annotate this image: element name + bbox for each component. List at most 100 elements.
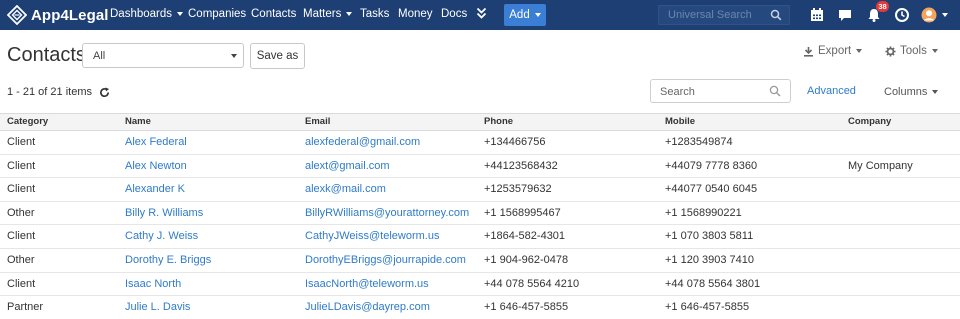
- table-row[interactable]: Other Billy R. Williams BillyRWilliams@y…: [0, 201, 960, 226]
- table-row[interactable]: Other Dorothy E. Briggs DorothyEBriggs@j…: [0, 248, 960, 273]
- cell-category: Client: [7, 230, 36, 243]
- user-avatar-icon: [921, 7, 937, 23]
- tools-label: Tools: [900, 45, 927, 57]
- cell-category: Other: [7, 253, 35, 266]
- chevron-down-icon: [177, 12, 184, 16]
- pagination-info: 1 - 21 of 21 items: [7, 86, 110, 98]
- brand[interactable]: App4Legal: [7, 5, 109, 25]
- save-as-label: Save as: [256, 50, 299, 62]
- email-link[interactable]: JulieLDavis@dayrep.com: [305, 301, 430, 313]
- cell-category: Client: [7, 277, 36, 290]
- nav-matters-label: Matters: [303, 8, 342, 20]
- column-header-company[interactable]: Company: [848, 116, 891, 127]
- chevron-down-icon: [346, 12, 353, 16]
- nav-docs[interactable]: Docs: [441, 8, 467, 20]
- columns-menu[interactable]: Columns: [884, 86, 939, 98]
- cell-phone: +1 904-962-0478: [484, 253, 569, 266]
- cell-mobile: +1 646-457-5855: [665, 301, 750, 314]
- columns-label: Columns: [884, 86, 928, 98]
- advanced-search-link[interactable]: Advanced: [807, 85, 856, 97]
- contact-name-link[interactable]: Isaac North: [125, 278, 181, 290]
- email-link[interactable]: alexk@mail.com: [305, 183, 386, 195]
- cell-mobile: +1 120 3903 7410: [665, 253, 755, 266]
- user-menu[interactable]: [921, 7, 948, 23]
- cell-phone: +1864-582-4301: [484, 230, 566, 243]
- cell-mobile: +44 078 5564 3801: [665, 277, 761, 290]
- table-row[interactable]: Client Isaac North IsaacNorth@teleworm.u…: [0, 272, 960, 297]
- contacts-table: Category Name Email Phone Mobile Company…: [0, 113, 960, 319]
- search-icon[interactable]: [769, 85, 781, 97]
- add-button-label: Add: [509, 9, 530, 21]
- table-row[interactable]: Client Alexander K alexk@mail.com +12535…: [0, 178, 960, 202]
- tools-menu[interactable]: Tools: [885, 45, 938, 57]
- cell-phone: +134466756: [484, 136, 546, 148]
- chevron-down-icon: [534, 13, 541, 17]
- contact-name-link[interactable]: Alex Newton: [125, 160, 187, 172]
- cell-mobile: +1 1568990221: [665, 206, 742, 219]
- nav-companies[interactable]: Companies: [188, 8, 246, 20]
- grid-search-input[interactable]: Search: [650, 79, 791, 103]
- calendar-icon[interactable]: [809, 7, 825, 23]
- contact-name-link[interactable]: Julie L. Davis: [125, 301, 190, 313]
- email-link[interactable]: IsaacNorth@teleworm.us: [305, 278, 429, 290]
- table-row[interactable]: Client Cathy J. Weiss CathyJWeiss@telewo…: [0, 225, 960, 249]
- contact-name-link[interactable]: Alexander K: [125, 183, 185, 195]
- nav-contacts[interactable]: Contacts: [251, 8, 296, 20]
- cell-mobile: +1283549874: [665, 136, 733, 148]
- cell-phone: +44 078 5564 4210: [484, 277, 580, 290]
- nav-companies-label: Companies: [188, 8, 247, 20]
- nav-contacts-label: Contacts: [251, 8, 297, 20]
- export-menu[interactable]: Export: [803, 45, 863, 57]
- nav-dashboards-label: Dashboards: [110, 8, 173, 20]
- nav-more[interactable]: [476, 7, 487, 19]
- nav-matters[interactable]: Matters: [303, 8, 353, 20]
- grid-search-placeholder: Search: [660, 86, 695, 98]
- cell-category: Client: [7, 159, 36, 172]
- cell-category: Partner: [7, 301, 44, 314]
- nav-money[interactable]: Money: [398, 8, 433, 20]
- cell-phone: +1253579632: [484, 183, 552, 196]
- email-link[interactable]: BillyRWilliams@yourattorney.com: [305, 207, 469, 219]
- nav-tasks-label: Tasks: [360, 8, 390, 20]
- table-row[interactable]: Client Alex Newton alext@gmail.com +4412…: [0, 154, 960, 179]
- table-row[interactable]: Partner Julie L. Davis JulieLDavis@dayre…: [0, 296, 960, 319]
- universal-search-placeholder: Universal Search: [668, 9, 752, 21]
- notification-badge: 38: [876, 1, 889, 12]
- nav-dashboards[interactable]: Dashboards: [110, 8, 184, 20]
- column-header-category[interactable]: Category: [7, 116, 48, 127]
- email-link[interactable]: CathyJWeiss@teleworm.us: [305, 230, 439, 242]
- export-icon: [804, 46, 813, 57]
- page-title: Contacts: [7, 44, 86, 66]
- cell-company: My Company: [848, 159, 913, 172]
- app-logo-icon: [7, 5, 27, 25]
- contact-name-link[interactable]: Alex Federal: [125, 136, 187, 148]
- add-button[interactable]: Add: [504, 4, 546, 26]
- column-header-mobile[interactable]: Mobile: [665, 116, 695, 127]
- contact-name-link[interactable]: Cathy J. Weiss: [125, 230, 198, 242]
- cell-mobile: +44077 0540 6045: [665, 183, 758, 196]
- universal-search-input[interactable]: Universal Search: [658, 5, 790, 25]
- email-link[interactable]: alexfederal@gmail.com: [305, 136, 420, 148]
- chevron-down-icon: [931, 49, 938, 53]
- contact-name-link[interactable]: Dorothy E. Briggs: [125, 254, 211, 266]
- cell-phone: +1 1568995467: [484, 206, 561, 219]
- refresh-icon[interactable]: [99, 86, 110, 98]
- cell-mobile: +1 070 3803 5811: [665, 230, 754, 243]
- cell-mobile: +44079 7778 8360: [665, 159, 758, 172]
- clock-icon[interactable]: [894, 7, 910, 23]
- nav-docs-label: Docs: [441, 8, 468, 20]
- contact-name-link[interactable]: Billy R. Williams: [125, 207, 203, 219]
- column-header-phone[interactable]: Phone: [484, 116, 513, 127]
- chat-icon[interactable]: [837, 7, 853, 23]
- column-header-email[interactable]: Email: [305, 116, 330, 127]
- nav-tasks[interactable]: Tasks: [360, 8, 389, 20]
- email-link[interactable]: DorothyEBriggs@jourrapide.com: [305, 254, 466, 266]
- save-as-button[interactable]: Save as: [250, 43, 305, 69]
- search-icon[interactable]: [770, 9, 782, 21]
- cell-category: Other: [7, 206, 35, 219]
- top-navbar: App4Legal Dashboards Companies Contacts …: [0, 0, 960, 30]
- view-select[interactable]: All: [82, 43, 244, 68]
- table-row[interactable]: Client Alex Federal alexfederal@gmail.co…: [0, 131, 960, 155]
- column-header-name[interactable]: Name: [125, 116, 151, 127]
- email-link[interactable]: alext@gmail.com: [305, 160, 390, 172]
